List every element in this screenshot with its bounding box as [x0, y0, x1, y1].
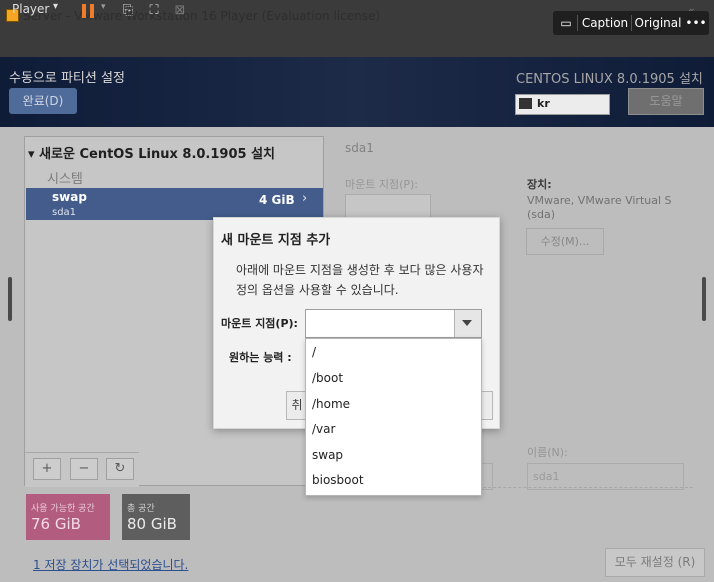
mount-point-name: swap [52, 190, 87, 204]
left-resize-handle[interactable] [7, 276, 13, 322]
total-space-value: 80 GiB [127, 515, 177, 533]
install-section-title[interactable]: ▾ 새로운 CentOS Linux 8.0.1905 설치 [28, 143, 275, 162]
unity-mode-icon[interactable]: ⊠ [172, 3, 188, 19]
desired-capacity-label: 원하는 능력 : [229, 351, 292, 364]
add-mount-point-button[interactable]: + [33, 458, 61, 480]
dropdown-option-boot[interactable]: /boot [312, 367, 477, 389]
remove-mount-point-button[interactable]: − [70, 458, 98, 480]
dropdown-option-root[interactable]: / [312, 341, 477, 363]
product-title: CENTOS LINUX 8.0.1905 설치 [516, 72, 703, 87]
pause-icon[interactable] [82, 4, 95, 18]
dropdown-option-var[interactable]: /var [312, 418, 477, 440]
comment-icon[interactable]: ▭ [557, 11, 575, 35]
dialog-description: 아래에 마운트 지점을 생성한 후 보다 많은 사용자 정의 옵션을 사용할 수… [236, 263, 484, 297]
dialog-title: 새 마운트 지점 추가 [221, 233, 331, 248]
right-resize-handle[interactable] [701, 276, 707, 322]
chevron-right-icon: › [302, 191, 308, 206]
modify-button[interactable]: 수정(M)... [526, 228, 604, 255]
player-menu-button[interactable]: Player [12, 2, 49, 16]
caption-separator [577, 15, 578, 31]
mount-point-label: 마운트 지점(P): [345, 178, 419, 191]
name-field[interactable]: sda1 [527, 463, 684, 490]
refresh-button[interactable]: ↻ [106, 458, 134, 480]
vmware-toolbar [0, 33, 714, 57]
window-title: Server - VMware Workstation 16 Player (E… [23, 9, 381, 23]
fit-window-icon[interactable]: ⛶ [146, 3, 162, 19]
more-options-icon[interactable]: ••• [685, 11, 707, 35]
player-menu-chevron-down-icon[interactable]: ▾ [53, 1, 58, 12]
send-ctrl-alt-del-icon[interactable]: ⎘ [120, 3, 136, 19]
total-space-label: 총 공간 [127, 504, 155, 514]
available-space-value: 76 GiB [31, 515, 81, 533]
keyboard-icon [519, 98, 532, 109]
device-heading: sda1 [345, 141, 374, 155]
dropdown-option-swap[interactable]: swap [312, 444, 477, 466]
keyboard-layout-value: kr [537, 97, 550, 110]
install-title-text: 새로운 CentOS Linux 8.0.1905 설치 [39, 147, 275, 162]
pause-menu-chevron-down-icon[interactable]: ▾ [101, 2, 106, 12]
device-label: 장치: [527, 178, 552, 191]
caption-button[interactable]: Caption [579, 11, 631, 35]
dropdown-option-home[interactable]: /home [312, 393, 477, 415]
mount-point-device: sda1 [52, 207, 77, 218]
reset-all-button[interactable]: 모두 재설정 (R) [605, 548, 705, 577]
done-button[interactable]: 완료(D) [9, 88, 77, 114]
mount-point-size: 4 GiB [259, 193, 295, 207]
storage-devices-link[interactable]: 1 저장 장치가 선택되었습니다. [33, 556, 188, 573]
original-button[interactable]: Original [633, 11, 683, 35]
page-title: 수동으로 파티션 설정 [9, 71, 125, 86]
divider [483, 487, 693, 488]
keyboard-layout-field[interactable]: kr [515, 94, 610, 115]
dropdown-option-biosboot[interactable]: biosboot [312, 469, 477, 491]
caption-overlay-bar: ▭ Caption Original ••• [553, 11, 709, 35]
dialog-mount-point-label: 마운트 지점(P): [221, 317, 298, 330]
available-space-label: 사용 가능한 공간 [31, 504, 95, 514]
device-value: VMware, VMware Virtual S (sda) [527, 194, 672, 221]
name-label: 이름(N): [527, 446, 568, 459]
help-button[interactable]: 도움말 [628, 88, 704, 115]
chevron-down-icon [462, 320, 472, 326]
caption-separator [631, 15, 632, 31]
system-section-label: 시스템 [47, 172, 83, 187]
